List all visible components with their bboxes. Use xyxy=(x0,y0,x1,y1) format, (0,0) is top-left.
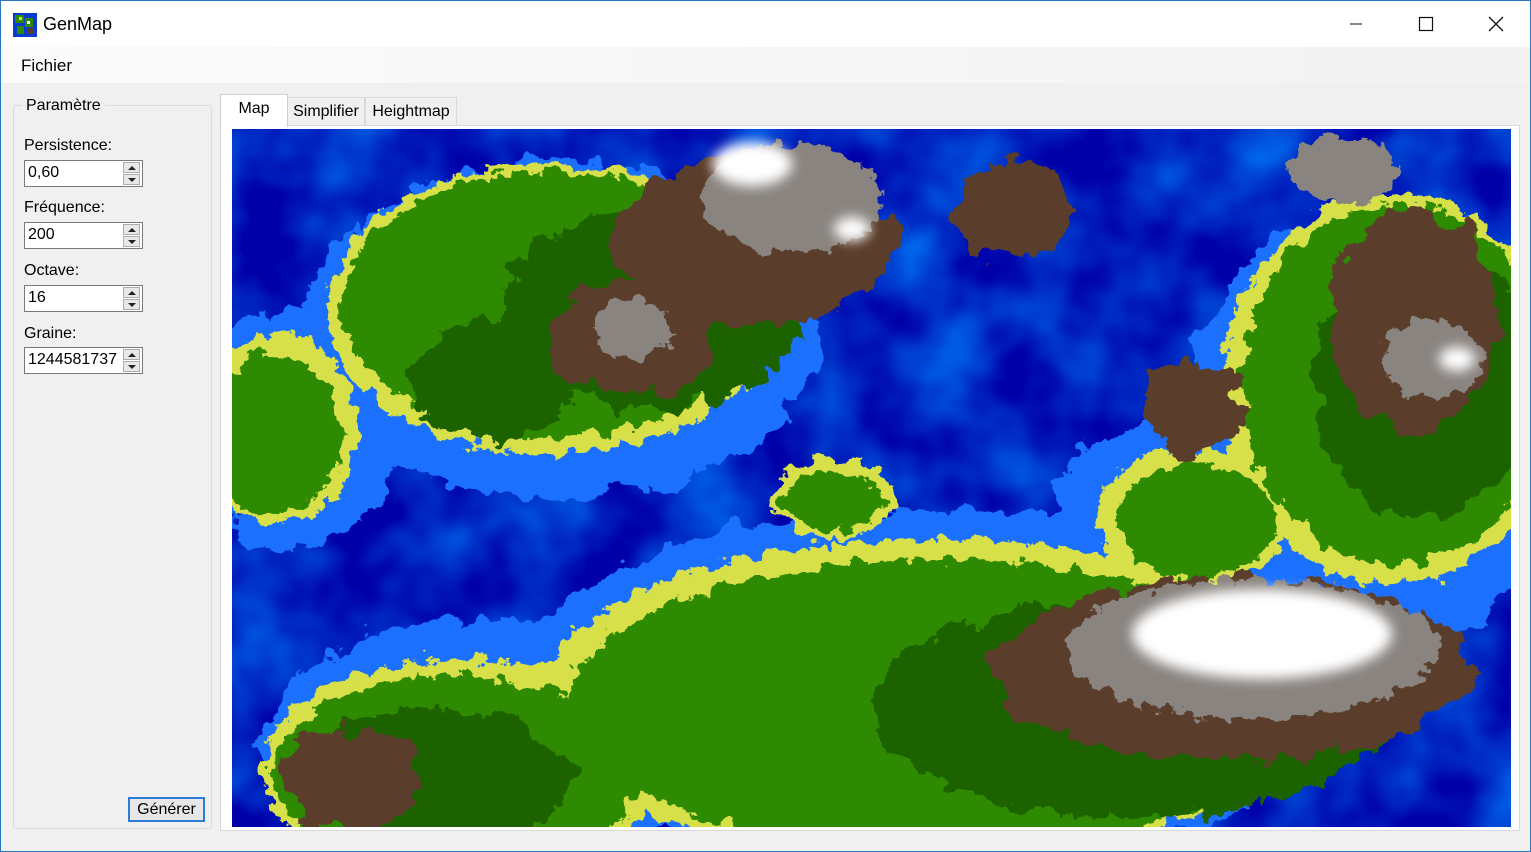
arrow-up-icon xyxy=(128,353,136,357)
terrain-map-image xyxy=(232,129,1511,827)
generate-button[interactable]: Générer xyxy=(128,797,205,822)
close-icon xyxy=(1488,16,1504,32)
graine-label: Graine: xyxy=(24,325,77,342)
persistence-up-button[interactable] xyxy=(123,162,140,173)
tab-heightmap[interactable]: Heightmap xyxy=(365,97,457,125)
parameters-group-title: Paramètre xyxy=(22,97,105,115)
graine-spin-buttons xyxy=(123,349,141,372)
arrow-up-icon xyxy=(128,291,136,295)
octave-up-button[interactable] xyxy=(123,287,140,298)
app-window: GenMap Fichier Paramètre Persistence: 0,… xyxy=(0,0,1531,852)
frequence-up-button[interactable] xyxy=(123,224,140,235)
window-title: GenMap xyxy=(43,14,113,34)
arrow-down-icon xyxy=(128,240,136,244)
arrow-up-icon xyxy=(128,166,136,170)
frequence-stepper[interactable]: 200 xyxy=(24,222,143,249)
minimize-icon xyxy=(1350,23,1362,25)
octave-stepper[interactable]: 16 xyxy=(24,285,143,312)
octave-value[interactable]: 16 xyxy=(28,289,118,307)
arrow-down-icon xyxy=(128,303,136,307)
menu-bar: Fichier xyxy=(1,47,1530,83)
persistence-stepper[interactable]: 0,60 xyxy=(24,160,143,187)
persistence-label: Persistence: xyxy=(24,137,113,154)
octave-spin-buttons xyxy=(123,287,141,310)
graine-stepper[interactable]: 1244581737 xyxy=(24,347,143,374)
menu-fichier[interactable]: Fichier xyxy=(21,56,72,76)
persistence-spin-buttons xyxy=(123,162,141,185)
frequence-down-button[interactable] xyxy=(123,236,140,247)
arrow-down-icon xyxy=(128,178,136,182)
app-map-icon xyxy=(13,13,37,37)
arrow-down-icon xyxy=(128,365,136,369)
terrain-map-drawing xyxy=(232,129,1511,827)
persistence-value[interactable]: 0,60 xyxy=(28,164,118,182)
frequence-spin-buttons xyxy=(123,224,141,247)
maximize-button[interactable] xyxy=(1391,1,1461,47)
tab-map[interactable]: Map xyxy=(220,94,288,127)
minimize-button[interactable] xyxy=(1321,1,1391,47)
frequence-value[interactable]: 200 xyxy=(28,226,118,244)
frequence-label: Fréquence: xyxy=(24,199,105,216)
arrow-up-icon xyxy=(128,228,136,232)
graine-down-button[interactable] xyxy=(123,361,140,372)
close-button[interactable] xyxy=(1461,1,1531,47)
graine-up-button[interactable] xyxy=(123,349,140,360)
octave-label: Octave: xyxy=(24,262,80,279)
title-bar[interactable]: GenMap xyxy=(1,1,1530,47)
parameters-panel: Paramètre Persistence: 0,60 Fréquence: 2… xyxy=(13,97,213,829)
tab-simplifier[interactable]: Simplifier xyxy=(287,97,365,125)
maximize-icon xyxy=(1418,16,1434,32)
graine-value[interactable]: 1244581737 xyxy=(28,351,118,369)
persistence-down-button[interactable] xyxy=(123,174,140,185)
octave-down-button[interactable] xyxy=(123,299,140,310)
